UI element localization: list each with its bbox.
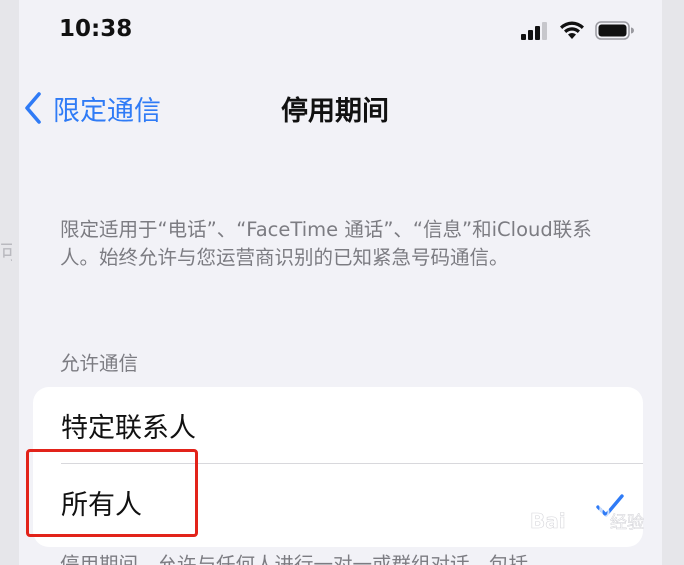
footer-text: 停用期间，允许与任何人进行一对一或群组对话，包括	[60, 553, 529, 565]
page-title: 停用期间	[281, 96, 389, 127]
chevron-left-icon	[25, 92, 41, 124]
svg-text:经验: 经验	[610, 513, 644, 533]
left-edge-cropped-text: 可	[0, 240, 12, 264]
screenshot-stage: 可 10:38 限定通信 停用期间 限定适用于“电话”、“FaceTime 通话…	[0, 0, 684, 565]
right-edge	[662, 0, 684, 565]
wifi-icon	[560, 21, 584, 39]
back-button[interactable]: 限定通信	[23, 86, 161, 130]
left-edge: 可	[0, 0, 19, 565]
back-button-label: 限定通信	[53, 95, 161, 127]
highlight-annotation-box	[26, 449, 198, 537]
battery-icon	[595, 21, 634, 40]
status-time: 10:38	[59, 16, 133, 42]
description-text: 限定适用于“电话”、“FaceTime 通话”、“信息”和iCloud联系人。始…	[60, 218, 592, 269]
svg-text:Bai: Bai	[530, 509, 566, 533]
cellular-signal-icon	[521, 22, 547, 40]
section-header: 允许通信	[60, 352, 139, 375]
option-label: 特定联系人	[61, 412, 196, 444]
baidu-watermark-logo: Bai 经验	[530, 502, 644, 534]
